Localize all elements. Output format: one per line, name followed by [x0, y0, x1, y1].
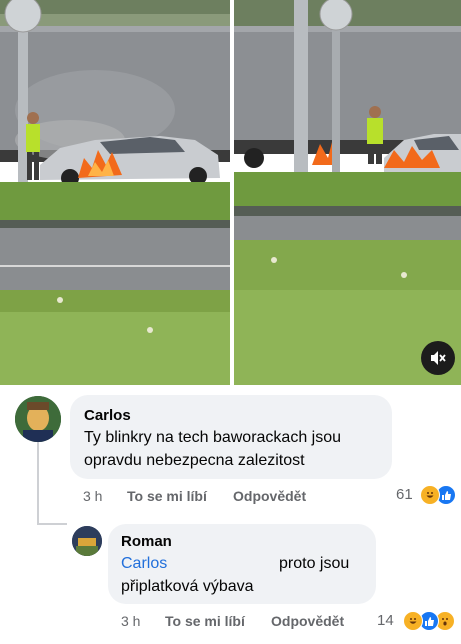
roman-avatar-image	[72, 526, 102, 556]
like-button[interactable]: To se mi líbí	[127, 488, 207, 504]
burning-car-image	[234, 0, 461, 385]
comment-author[interactable]: Carlos	[84, 407, 131, 424]
haha-reaction-icon	[403, 611, 423, 631]
comments-section: Carlos Ty blinkry na tech baworackach js…	[0, 385, 461, 644]
reaction-count[interactable]: 14	[377, 612, 394, 629]
comment-text: opravdu nebezpecna zalezitost	[84, 452, 305, 469]
reply-button[interactable]: Odpovědět	[271, 613, 344, 629]
comment-time[interactable]: 3 h	[121, 613, 140, 629]
speaker-muted-icon	[431, 351, 446, 365]
burning-car-image	[0, 0, 230, 385]
avatar[interactable]	[15, 396, 61, 442]
photo-right[interactable]	[234, 0, 461, 385]
comment-text: Ty blinkry na tech baworackach jsou	[84, 429, 342, 446]
post-media[interactable]	[0, 0, 461, 385]
avatar[interactable]	[72, 526, 102, 556]
comment-time[interactable]: 3 h	[83, 488, 102, 504]
reaction-count[interactable]: 61	[396, 486, 413, 503]
carlos-avatar-image	[15, 396, 61, 442]
photo-left[interactable]	[0, 0, 230, 385]
haha-reaction-icon	[420, 485, 440, 505]
mention-link[interactable]: Carlos	[121, 553, 167, 575]
thread-connector	[37, 523, 67, 525]
mute-button[interactable]	[421, 341, 455, 375]
comment-author[interactable]: Roman	[121, 533, 172, 550]
comment-text: připlatková výbava	[121, 578, 254, 595]
thread-line	[37, 433, 39, 525]
comment-text: proto jsou	[279, 555, 350, 572]
like-button[interactable]: To se mi líbí	[165, 613, 245, 629]
reply-button[interactable]: Odpovědět	[233, 488, 306, 504]
